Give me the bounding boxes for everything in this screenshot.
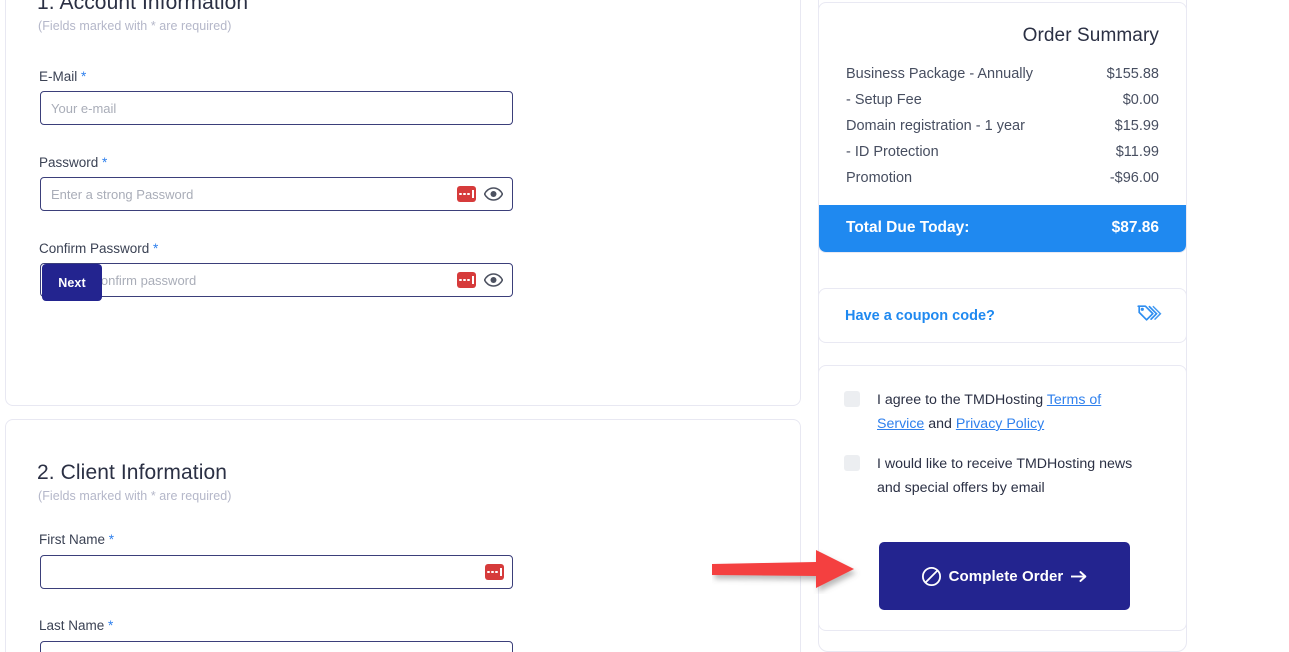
total-due-bar: Total Due Today: $87.86 — [819, 205, 1186, 252]
line-item-label: Domain registration - 1 year — [846, 118, 1025, 134]
first-name-required-mark: * — [108, 532, 115, 547]
email-input-wrap[interactable] — [40, 91, 513, 125]
client-section-subtitle: (Fields marked with * are required) — [38, 489, 232, 503]
order-summary-row: Promotion -$96.00 — [846, 165, 1159, 191]
line-item-amount: $155.88 — [1106, 66, 1159, 82]
email-input[interactable] — [41, 92, 512, 124]
coupon-code-label: Have a coupon code? — [845, 307, 995, 324]
total-due-label: Total Due Today: — [846, 219, 970, 236]
account-information-card: 1. Account Information (Fields marked wi… — [5, 0, 801, 406]
terms-agree-middle: and — [924, 416, 956, 432]
confirm-password-field-label: Confirm Password * — [39, 241, 158, 256]
email-field-label: E-Mail * — [39, 69, 86, 84]
line-item-label: Promotion — [846, 170, 913, 186]
client-information-card: 2. Client Information (Fields marked wit… — [5, 419, 801, 652]
last-name-label-text: Last Name — [39, 618, 105, 633]
order-summary-line-items: Business Package - Annually $155.88 - Se… — [819, 47, 1186, 205]
password-required-mark: * — [102, 155, 108, 170]
line-item-label: - Setup Fee — [846, 92, 922, 108]
order-summary-row: - ID Protection $11.99 — [846, 139, 1159, 165]
last-name-required-mark: * — [108, 618, 114, 633]
order-summary-card: Order Summary Business Package - Annuall… — [818, 2, 1187, 253]
last-name-field-label: Last Name * — [39, 618, 113, 633]
prohibited-icon — [921, 566, 942, 587]
newsletter-text: I would like to receive TMDHosting news … — [877, 456, 1133, 496]
password-input-wrap[interactable] — [40, 177, 513, 211]
terms-agree-row: I agree to the TMDHosting Terms of Servi… — [844, 388, 1141, 436]
client-section-title: 2. Client Information — [37, 461, 228, 484]
newsletter-checkbox[interactable] — [844, 455, 860, 471]
tags-icon — [1136, 303, 1162, 328]
privacy-policy-link[interactable]: Privacy Policy — [956, 416, 1044, 432]
account-section-subtitle: (Fields marked with * are required) — [38, 19, 232, 33]
password-manager-autofill-icon[interactable] — [457, 186, 476, 202]
line-item-label: - ID Protection — [846, 144, 939, 160]
line-item-amount: -$96.00 — [1109, 170, 1159, 186]
terms-agree-prefix: I agree to the TMDHosting — [877, 392, 1047, 408]
account-section-title: 1. Account Information — [37, 0, 249, 14]
line-item-label: Business Package - Annually — [846, 66, 1033, 82]
coupon-code-toggle[interactable]: Have a coupon code? — [818, 288, 1187, 343]
first-name-field-label: First Name * — [39, 532, 114, 547]
terms-agree-text: I agree to the TMDHosting Terms of Servi… — [877, 388, 1141, 436]
confirm-password-required-mark: * — [153, 241, 159, 256]
first-name-label-text: First Name — [39, 532, 106, 547]
order-summary-row: Business Package - Annually $155.88 — [846, 61, 1159, 87]
password-field-label: Password * — [39, 155, 107, 170]
next-button[interactable]: Next — [42, 264, 102, 301]
line-item-amount: $15.99 — [1114, 118, 1159, 134]
terms-and-consent-card: I agree to the TMDHosting Terms of Servi… — [818, 365, 1187, 631]
line-item-amount: $0.00 — [1122, 92, 1159, 108]
line-item-amount: $11.99 — [1115, 144, 1159, 160]
complete-order-button[interactable]: Complete Order — [879, 542, 1130, 610]
show-password-eye-icon[interactable] — [483, 187, 504, 201]
checkout-page: 1. Account Information (Fields marked wi… — [0, 0, 1289, 652]
last-name-input-wrap[interactable] — [40, 641, 513, 652]
confirm-password-input[interactable] — [41, 264, 512, 296]
arrow-right-icon — [1070, 570, 1088, 583]
email-required-mark: * — [81, 69, 87, 84]
newsletter-row: I would like to receive TMDHosting news … — [844, 452, 1141, 500]
confirm-password-manager-autofill-icon[interactable] — [457, 272, 476, 288]
last-name-input[interactable] — [41, 642, 512, 652]
password-input[interactable] — [41, 178, 512, 210]
terms-agree-checkbox[interactable] — [844, 391, 860, 407]
first-name-input[interactable] — [41, 556, 512, 588]
order-summary-title: Order Summary — [1022, 25, 1159, 46]
complete-order-label: Complete Order — [948, 567, 1064, 585]
email-label-text: E-Mail — [39, 69, 78, 84]
show-confirm-password-eye-icon[interactable] — [483, 273, 504, 287]
order-summary-row: - Setup Fee $0.00 — [846, 87, 1159, 113]
confirm-password-input-wrap[interactable] — [40, 263, 513, 297]
order-summary-row: Domain registration - 1 year $15.99 — [846, 113, 1159, 139]
first-name-input-wrap[interactable] — [40, 555, 513, 589]
password-label-text: Password — [39, 155, 99, 170]
first-name-autofill-icon[interactable] — [485, 564, 504, 580]
confirm-password-label-text: Confirm Password — [39, 241, 150, 256]
total-due-amount: $87.86 — [1111, 219, 1159, 236]
